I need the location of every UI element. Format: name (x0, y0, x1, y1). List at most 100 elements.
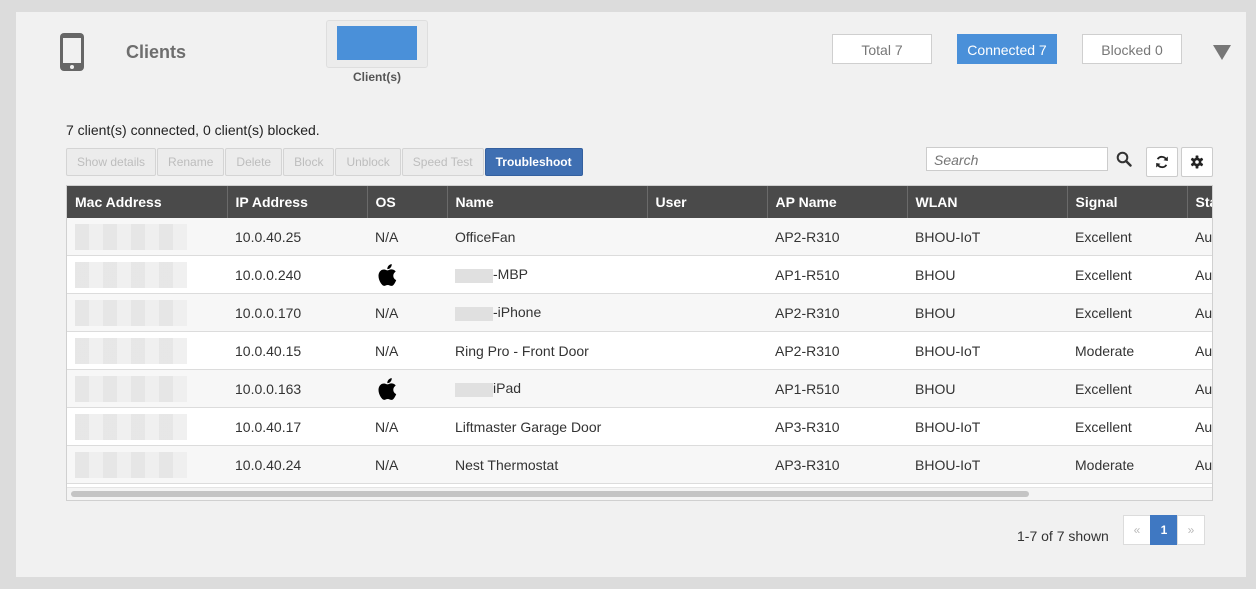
mac-cell (67, 255, 227, 294)
signal-cell: Excellent (1067, 369, 1187, 408)
user-cell (647, 331, 767, 370)
table-row[interactable]: 10.0.0.163 iPad AP1-R510 BHOU Excellent Au (67, 369, 1212, 408)
ip-cell: 10.0.40.25 (227, 218, 367, 256)
wlan-cell: BHOU (907, 369, 1067, 408)
signal-cell: Moderate (1067, 331, 1187, 370)
prev-page-button[interactable]: « (1123, 515, 1151, 545)
apple-icon (375, 262, 397, 288)
os-cell: N/A (367, 407, 447, 446)
block-button[interactable]: Block (283, 148, 335, 176)
user-cell (647, 255, 767, 294)
gear-icon (1190, 155, 1204, 169)
ip-cell: 10.0.0.240 (227, 255, 367, 294)
ip-cell: 10.0.40.24 (227, 445, 367, 484)
user-cell (647, 218, 767, 256)
rename-button[interactable]: Rename (157, 148, 225, 176)
mobile-phone-icon (60, 33, 84, 71)
status-cell: Au (1187, 445, 1212, 484)
redacted-mac (75, 299, 187, 326)
filter-total-button[interactable]: Total 7 (832, 34, 932, 64)
redacted-name (455, 382, 493, 397)
mac-cell (67, 293, 227, 332)
user-cell (647, 445, 767, 484)
signal-cell: Excellent (1067, 218, 1187, 256)
speed-test-button[interactable]: Speed Test (401, 148, 484, 176)
table-row[interactable]: 10.0.40.17 N/A Liftmaster Garage Door AP3-R… (67, 407, 1212, 446)
wlan-cell: BHOU-IoT (907, 218, 1067, 256)
show-details-button[interactable]: Show details (66, 148, 157, 176)
mac-cell (67, 331, 227, 370)
column-header-user[interactable]: User (647, 186, 768, 218)
column-header-ip[interactable]: IP Address (227, 186, 368, 218)
search-input[interactable] (932, 149, 1106, 171)
mac-cell (67, 445, 227, 484)
page-title: Clients (126, 42, 187, 62)
column-header-ap-name[interactable]: AP Name (767, 186, 908, 218)
status-cell: Au (1187, 407, 1212, 446)
unblock-button[interactable]: Unblock (335, 148, 401, 176)
search-icon[interactable] (1116, 151, 1132, 167)
signal-cell: Excellent (1067, 255, 1187, 294)
filter-blocked-button[interactable]: Blocked 0 (1082, 34, 1182, 64)
redacted-name (455, 268, 493, 283)
refresh-button[interactable] (1146, 147, 1178, 177)
table-header-row: Mac Address IP Address OS Name User AP N… (67, 186, 1212, 218)
mac-cell (67, 218, 227, 256)
legend-swatch (337, 26, 417, 60)
name-cell: OfficeFan (447, 218, 647, 256)
next-page-button[interactable]: » (1177, 515, 1205, 545)
page-1-button[interactable]: 1 (1150, 515, 1178, 545)
filter-connected-button[interactable]: Connected 7 (957, 34, 1057, 64)
column-header-signal[interactable]: Signal (1067, 186, 1188, 218)
troubleshoot-button[interactable]: Troubleshoot (484, 148, 583, 176)
status-cell: Au (1187, 218, 1212, 256)
scrollbar-thumb[interactable] (71, 491, 1029, 497)
clients-table: Mac Address IP Address OS Name User AP N… (66, 185, 1213, 501)
table-row[interactable]: 10.0.0.240 -MBP AP1-R510 BHOU Excellent Au (67, 255, 1212, 294)
client-name: iPad (493, 380, 522, 397)
column-header-status[interactable]: Status (1187, 186, 1212, 218)
client-name: -MBP (493, 266, 528, 283)
redacted-mac (75, 337, 187, 364)
ap-name-cell: AP1-R510 (767, 255, 907, 294)
column-header-mac[interactable]: Mac Address (67, 186, 228, 218)
os-cell (367, 369, 447, 408)
status-cell: Au (1187, 255, 1212, 294)
collapse-arrow-icon[interactable] (1213, 45, 1231, 60)
table-row[interactable]: 10.0.40.24 N/A Nest Thermostat AP3-R310 BHOU… (67, 445, 1212, 484)
column-header-name[interactable]: Name (447, 186, 648, 218)
client-name: -iPhone (493, 304, 542, 321)
ap-name-cell: AP3-R310 (767, 445, 907, 484)
column-header-os[interactable]: OS (367, 186, 448, 218)
table-row[interactable]: 10.0.40.15 N/A Ring Pro - Front Door AP2-R3… (67, 331, 1212, 370)
user-cell (647, 293, 767, 332)
delete-button[interactable]: Delete (225, 148, 283, 176)
table-row[interactable]: 10.0.0.170 N/A -iPhone AP2-R310 BHOU Excellen… (67, 293, 1212, 332)
wlan-cell: BHOU-IoT (907, 331, 1067, 370)
name-cell: Liftmaster Garage Door (447, 407, 647, 446)
ip-cell: 10.0.0.163 (227, 369, 367, 408)
mac-cell (67, 407, 227, 446)
name-cell: -iPhone (447, 293, 647, 332)
name-cell: iPad (447, 369, 647, 408)
settings-button[interactable] (1181, 147, 1213, 177)
ip-cell: 10.0.40.17 (227, 407, 367, 446)
search-box (926, 147, 1108, 171)
table-row[interactable]: 10.0.40.25 N/A OfficeFan AP2-R310 BHOU-IoT Ex… (67, 218, 1212, 256)
os-cell: N/A (367, 445, 447, 484)
results-count: 1-7 of 7 shown (1017, 528, 1109, 544)
status-cell: Au (1187, 293, 1212, 332)
name-cell: Nest Thermostat (447, 445, 647, 484)
redacted-mac (75, 261, 187, 288)
name-cell: Ring Pro - Front Door (447, 331, 647, 370)
column-header-wlan[interactable]: WLAN (907, 186, 1068, 218)
redacted-mac (75, 375, 187, 402)
legend-label: Client(s) (353, 70, 401, 84)
clients-panel: Clients Client(s) Total 7 Connected 7 Bl… (16, 12, 1246, 577)
connection-summary: 7 client(s) connected, 0 client(s) block… (66, 122, 320, 138)
os-cell (367, 255, 447, 294)
horizontal-scrollbar[interactable] (67, 487, 1212, 500)
signal-cell: Excellent (1067, 293, 1187, 332)
action-toolbar: Show details Rename Delete Block Unblock… (66, 148, 583, 176)
refresh-icon (1156, 155, 1168, 169)
